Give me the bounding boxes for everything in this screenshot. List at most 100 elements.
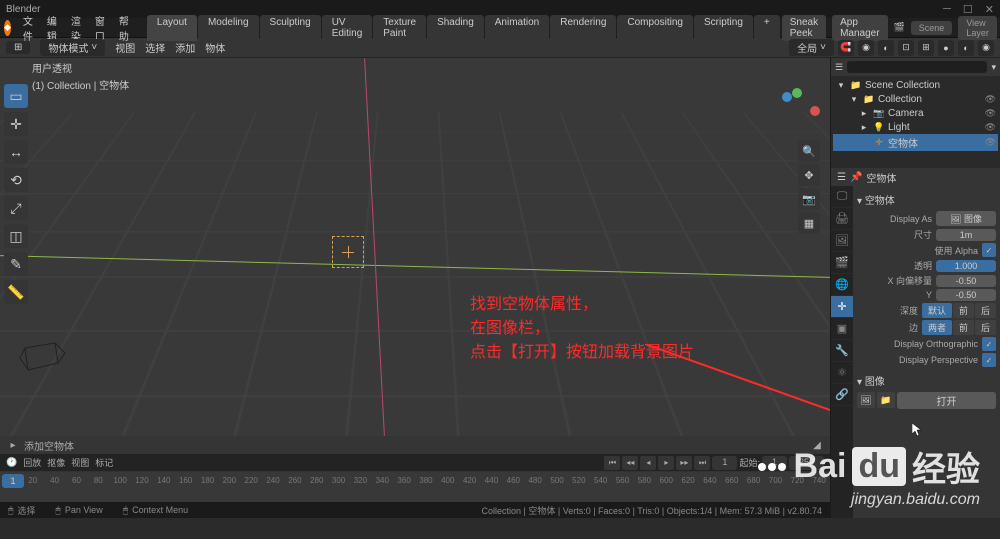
tool-transform[interactable]: ◫ [4,224,28,248]
visibility-toggle[interactable]: 👁 [985,94,996,105]
timeline-editor-icon[interactable]: 🕐 [6,457,17,468]
use-alpha-checkbox[interactable]: ✓ [982,243,996,257]
opacity-value[interactable]: 1.000 [936,260,996,272]
play-rev-icon[interactable]: ◂ [640,456,656,470]
shade-render-icon[interactable]: ◉ [978,40,994,56]
jump-end-icon[interactable]: ⏭ [694,456,710,470]
editor-type-icon[interactable]: ⊞ [6,41,30,54]
timeline-marker[interactable]: 标记 [95,456,113,469]
pin-icon[interactable]: 📌 [850,172,862,183]
tool-scale[interactable]: ⤢ [4,196,28,220]
tab-layout[interactable]: Layout [147,15,197,41]
tab-constraint[interactable]: 🔗 [831,384,853,406]
gizmo-x-icon[interactable] [810,106,820,116]
proportional-icon[interactable]: ◉ [858,40,874,56]
transform-orientation[interactable]: 全局 ˅ [789,39,834,56]
tool-move[interactable]: ↔ [4,140,28,164]
shade-matprev-icon[interactable]: ◐ [958,40,974,56]
overlay-icon[interactable]: ◐ [878,40,894,56]
outliner-search[interactable] [847,61,987,73]
tab-object[interactable]: ▣ [831,318,853,340]
menu-window[interactable]: 窗口 [89,13,111,43]
menu-add[interactable]: 添加 [175,40,195,55]
3d-viewport[interactable]: 🔍 ✥ 📷 ▦ 找到空物体属性， 在图像栏， 点击【打开】按钮加载背景图片 [0,58,830,436]
timeline-keying[interactable]: 抠像 [47,456,65,469]
tab-world[interactable]: 🌐 [831,274,853,296]
filter-icon[interactable]: ▾ [991,62,996,73]
offset-x-value[interactable]: -0.50 [936,275,996,287]
zoom-icon[interactable]: 🔍 [798,140,820,162]
outliner-collection[interactable]: ▾📁Collection👁 [833,92,998,106]
tool-measure[interactable]: 📏 [4,280,28,304]
tab-object-data[interactable]: ✛ [831,296,853,318]
open-button[interactable]: 打开 [897,392,996,409]
camera-object[interactable] [20,338,70,378]
tab-viewlayer[interactable]: 🖼 [831,230,853,252]
nav-gizmo[interactable] [770,84,820,134]
size-value[interactable]: 1m [936,229,996,241]
jump-start-icon[interactable]: ⏮ [604,456,620,470]
ortho-checkbox[interactable]: ✓ [982,337,996,351]
menu-file[interactable]: 文件 [17,13,39,43]
menu-select[interactable]: 选择 [145,40,165,55]
last-operator[interactable]: 添加空物体 [24,438,74,453]
tab-render[interactable]: 🖵 [831,186,853,208]
persp-toggle-icon[interactable]: ▦ [798,212,820,234]
timeline-playback[interactable]: 回放 [23,456,41,469]
disclosure-icon[interactable]: ▸ [6,438,20,452]
play-icon[interactable]: ▸ [658,456,674,470]
tab-shading[interactable]: Shading [427,15,484,41]
menu-object[interactable]: 物体 [205,40,225,55]
shade-solid-icon[interactable]: ● [938,40,954,56]
snap-icon[interactable]: 🧲 [838,40,854,56]
scene-icon[interactable]: 🎬 [894,22,905,33]
properties-editor-icon[interactable]: ☰ [837,172,846,183]
tab-comp[interactable]: Compositing [617,15,693,41]
menu-help[interactable]: 帮助 [113,13,135,43]
viewlayer-selector[interactable]: View Layer [958,16,997,40]
tab-output[interactable]: 🖨 [831,208,853,230]
xray-icon[interactable]: ⊡ [898,40,914,56]
next-key-icon[interactable]: ▸▸ [676,456,692,470]
tab-scene[interactable]: 🎬 [831,252,853,274]
section-image[interactable]: ▾ 图像 [857,371,996,390]
scene-selector[interactable]: Scene [911,21,953,35]
menu-view[interactable]: 视图 [115,40,135,55]
tab-physics[interactable]: ⚛ [831,362,853,384]
image-browse-icon[interactable]: 📁 [877,392,895,408]
tab-uv[interactable]: UV Editing [322,15,373,41]
persp-checkbox[interactable]: ✓ [982,353,996,367]
section-empty[interactable]: ▾ 空物体 [857,190,996,209]
tool-select-box[interactable]: ▭ [4,84,28,108]
current-frame[interactable]: 1 [712,456,737,470]
tab-render[interactable]: Rendering [550,15,616,41]
side-segment[interactable]: 两者前后 [922,320,996,335]
empty-object[interactable] [332,236,364,268]
tab-add[interactable]: + [754,15,780,41]
mode-selector[interactable]: 物体模式 ˅ [40,39,105,56]
prev-key-icon[interactable]: ◂◂ [622,456,638,470]
camera-view-icon[interactable]: 📷 [798,188,820,210]
gizmo-y-icon[interactable] [792,88,802,98]
tool-annotate[interactable]: ✎ [4,252,28,276]
outliner-empty[interactable]: ✛空物体👁 [833,134,998,151]
menu-render[interactable]: 渲染 [65,13,87,43]
tab-anim[interactable]: Animation [485,15,549,41]
depth-segment[interactable]: 默认前后 [922,303,996,318]
timeline-view[interactable]: 视图 [71,456,89,469]
tool-rotate[interactable]: ⟲ [4,168,28,192]
shade-wire-icon[interactable]: ⊞ [918,40,934,56]
outliner-light[interactable]: ▸💡Light👁 [833,120,998,134]
tab-texpaint[interactable]: Texture Paint [373,15,426,41]
offset-y-value[interactable]: -0.50 [936,289,996,301]
outliner-camera[interactable]: ▸📷Camera👁 [833,106,998,120]
tab-modifier[interactable]: 🔧 [831,340,853,362]
outliner-editor-icon[interactable]: ☰ [835,62,843,73]
app-manager-button[interactable]: App Manager [832,15,887,41]
gizmo-z-icon[interactable] [782,92,792,102]
display-as-value[interactable]: 🖼 图像 [936,211,996,226]
timeline-track[interactable]: 1 12040608010012014016018020022024026028… [0,472,830,502]
image-new-icon[interactable]: 🖼 [857,392,875,408]
tab-sculpting[interactable]: Sculpting [260,15,321,41]
tab-modeling[interactable]: Modeling [198,15,259,41]
